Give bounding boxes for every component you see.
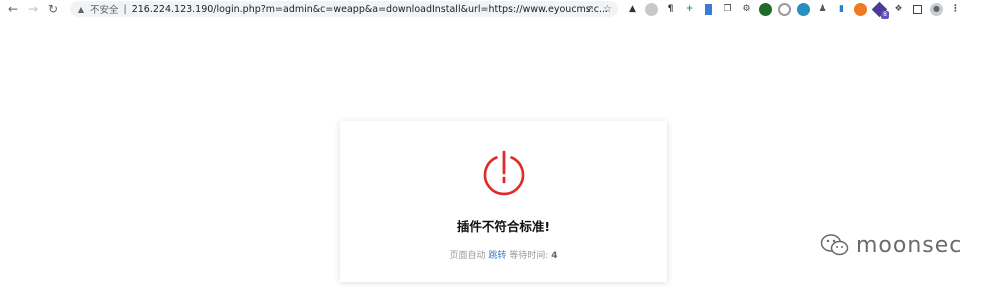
forward-arrow-icon[interactable]: →	[23, 0, 43, 18]
redirect-prefix: 页面自动	[449, 251, 486, 261]
countdown-value: 4	[551, 251, 558, 261]
hat-icon[interactable]: ▲	[626, 3, 639, 16]
edge-icon[interactable]	[797, 2, 810, 16]
redirect-link[interactable]: 跳转	[488, 251, 506, 261]
security-label[interactable]: 不安全	[90, 2, 119, 16]
user-icon[interactable]: ♟	[816, 3, 829, 16]
ring-icon[interactable]	[778, 2, 791, 16]
omnibox-actions: ↗ ☆	[586, 1, 612, 17]
extension-bar: ▲ ¶ + ❐ ⚙ ♟ ▮ 8 ❖ ● ⋮	[626, 1, 962, 19]
reload-icon[interactable]: ↻	[43, 0, 63, 18]
badge-ext-icon[interactable]: 8	[871, 1, 889, 19]
circle-grey-icon[interactable]	[645, 2, 658, 16]
profile-icon[interactable]: ●	[930, 2, 943, 16]
redirect-notice: 页面自动 跳转 等待时间: 4	[340, 248, 667, 261]
menu-icon[interactable]: ⋮	[949, 3, 962, 16]
error-message: 插件不符合标准!	[456, 219, 551, 234]
back-arrow-icon[interactable]: ←	[3, 0, 23, 18]
address-bar[interactable]: ▲ 不安全 | 216.224.123.190/login.php?m=admi…	[70, 1, 618, 17]
share-icon[interactable]: ↗	[586, 4, 594, 15]
green-dot-icon[interactable]	[759, 2, 772, 16]
extension-badge: 8	[881, 10, 889, 19]
copy-icon[interactable]: ❐	[721, 3, 734, 16]
firefox-icon[interactable]	[854, 2, 867, 16]
settings-icon[interactable]: ⚙	[740, 3, 753, 16]
power-warning-icon	[483, 150, 525, 196]
url-text[interactable]: 216.224.123.190/login.php?m=admin&c=weap…	[132, 4, 608, 15]
browser-toolbar: ← → ↻ ▲ 不安全 | 216.224.123.190/login.php?…	[0, 0, 1000, 19]
message-card: 插件不符合标准! 页面自动 跳转 等待时间: 4	[340, 121, 667, 282]
star-icon[interactable]: ☆	[603, 4, 612, 15]
warning-triangle-icon[interactable]: ▲	[76, 4, 86, 14]
wechat-icon	[820, 234, 849, 256]
watermark: moonsec	[820, 230, 962, 260]
chart-icon[interactable]: ▮	[835, 3, 848, 16]
bookmark-icon[interactable]	[702, 3, 715, 16]
redirect-suffix: 等待时间:	[509, 251, 549, 261]
sidebar-icon[interactable]	[911, 3, 924, 16]
puzzle-icon[interactable]: ❖	[892, 3, 905, 16]
separator: |	[123, 3, 127, 15]
paragraph-icon[interactable]: ¶	[664, 3, 677, 16]
plus-icon[interactable]: +	[683, 3, 696, 16]
watermark-text: moonsec	[856, 232, 963, 258]
